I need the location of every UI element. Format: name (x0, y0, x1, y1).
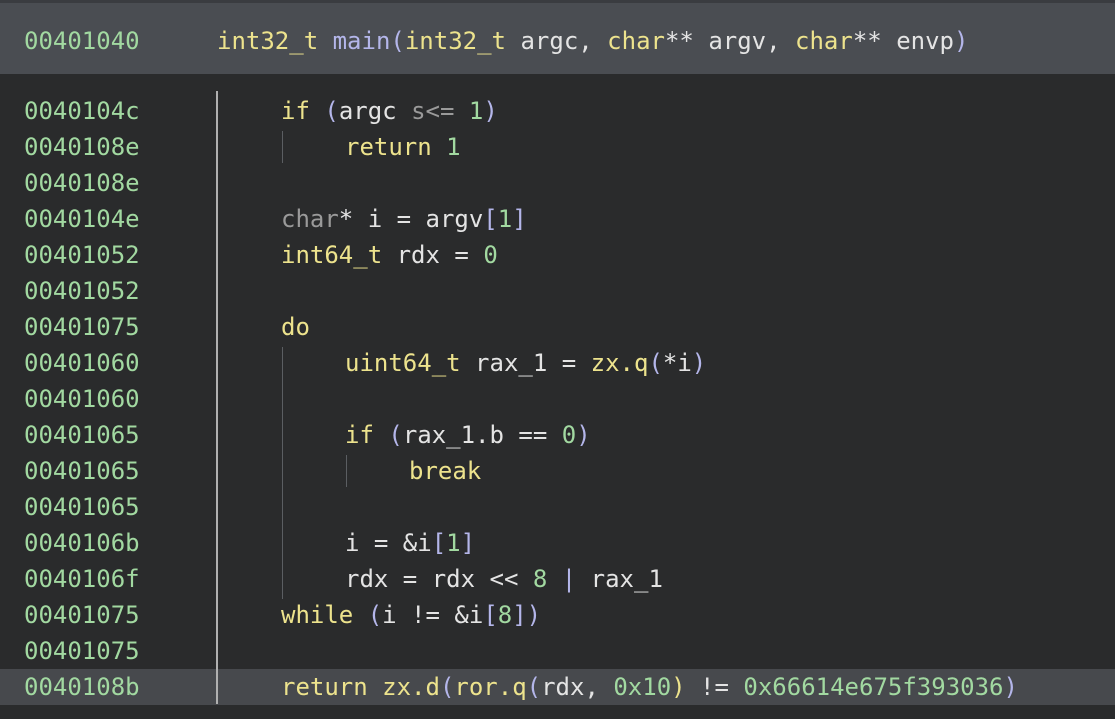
line-address: 0040108e (24, 169, 140, 197)
line-address: 00401065 (24, 421, 140, 449)
line-address: 00401060 (24, 385, 140, 413)
line-address: 00401052 (24, 277, 140, 305)
code-line[interactable]: 0040104e char* i = argv[1] (0, 201, 1115, 237)
code-line[interactable]: 00401065 (0, 489, 1115, 525)
line-text[interactable]: char* i = argv[1] (281, 201, 527, 237)
line-text[interactable]: uint64_t rax_1 = zx.q(*i) (345, 345, 706, 381)
line-address: 00401075 (24, 313, 140, 341)
line-address: 00401065 (24, 457, 140, 485)
line-address: 00401060 (24, 349, 140, 377)
function-signature[interactable]: int32_t main(int32_t argc, char** argv, … (217, 25, 968, 57)
line-address: 0040106b (24, 529, 140, 557)
code-line[interactable]: 00401075 while (i != &i[8]) (0, 597, 1115, 633)
if-block-guide (282, 131, 283, 163)
code-line[interactable]: 00401065 break (0, 453, 1115, 489)
function-name[interactable]: main (333, 27, 391, 55)
code-line[interactable]: 00401075 (0, 633, 1115, 669)
code-line[interactable]: 0040104c if (argc s<= 1) (0, 93, 1115, 129)
param-name[interactable]: argc (520, 27, 578, 55)
line-address: 00401065 (24, 493, 140, 521)
param-name[interactable]: argv (708, 27, 766, 55)
function-header: 00401040 int32_t main(int32_t argc, char… (0, 0, 1115, 74)
line-address: 00401075 (24, 637, 140, 665)
line-text[interactable]: rdx = rdx << 8 | rax_1 (345, 561, 663, 597)
code-line[interactable]: 0040106b i = &i[1] (0, 525, 1115, 561)
line-text[interactable]: break (409, 453, 481, 489)
code-line[interactable]: 00401065 if (rax_1.b == 0) (0, 417, 1115, 453)
code-line[interactable]: 00401060 uint64_t rax_1 = zx.q(*i) (0, 345, 1115, 381)
line-address: 0040106f (24, 565, 140, 593)
line-address: 0040104c (24, 97, 140, 125)
param-type: char (607, 27, 665, 55)
decompiled-code-view[interactable]: 0040104c if (argc s<= 1) 0040108e return… (0, 93, 1115, 705)
code-line[interactable]: 0040108e (0, 165, 1115, 201)
line-address: 0040108b (24, 673, 140, 701)
line-text[interactable]: if (rax_1.b == 0) (345, 417, 591, 453)
line-text[interactable]: i = &i[1] (345, 525, 475, 561)
code-line-selected[interactable]: 0040108b return zx.d(ror.q(rdx, 0x10) !=… (0, 669, 1115, 705)
do-block-guide (282, 347, 283, 599)
line-text[interactable]: return zx.d(ror.q(rdx, 0x10) != 0x66614e… (281, 669, 1018, 705)
return-type: int32_t (217, 27, 319, 55)
code-line[interactable]: 00401075 do (0, 309, 1115, 345)
line-text[interactable]: int64_t rdx = 0 (281, 237, 498, 273)
line-address: 00401075 (24, 601, 140, 629)
code-line[interactable]: 0040108e return 1 (0, 129, 1115, 165)
line-text[interactable]: if (argc s<= 1) (281, 93, 498, 129)
line-address: 0040104e (24, 205, 140, 233)
code-line[interactable]: 00401052 int64_t rdx = 0 (0, 237, 1115, 273)
function-scope-bar (216, 91, 218, 704)
code-line[interactable]: 00401060 (0, 381, 1115, 417)
function-address[interactable]: 00401040 (24, 25, 140, 57)
code-line[interactable]: 0040106f rdx = rdx << 8 | rax_1 (0, 561, 1115, 597)
line-text[interactable]: do (281, 309, 310, 345)
param-name[interactable]: envp (896, 27, 954, 55)
line-address: 0040108e (24, 133, 140, 161)
line-text[interactable]: return 1 (345, 129, 461, 165)
param-type: char (795, 27, 853, 55)
line-address: 00401052 (24, 241, 140, 269)
code-line[interactable]: 00401052 (0, 273, 1115, 309)
line-text[interactable]: while (i != &i[8]) (281, 597, 541, 633)
if-block-guide (346, 455, 347, 487)
param-type: int32_t (404, 27, 507, 55)
